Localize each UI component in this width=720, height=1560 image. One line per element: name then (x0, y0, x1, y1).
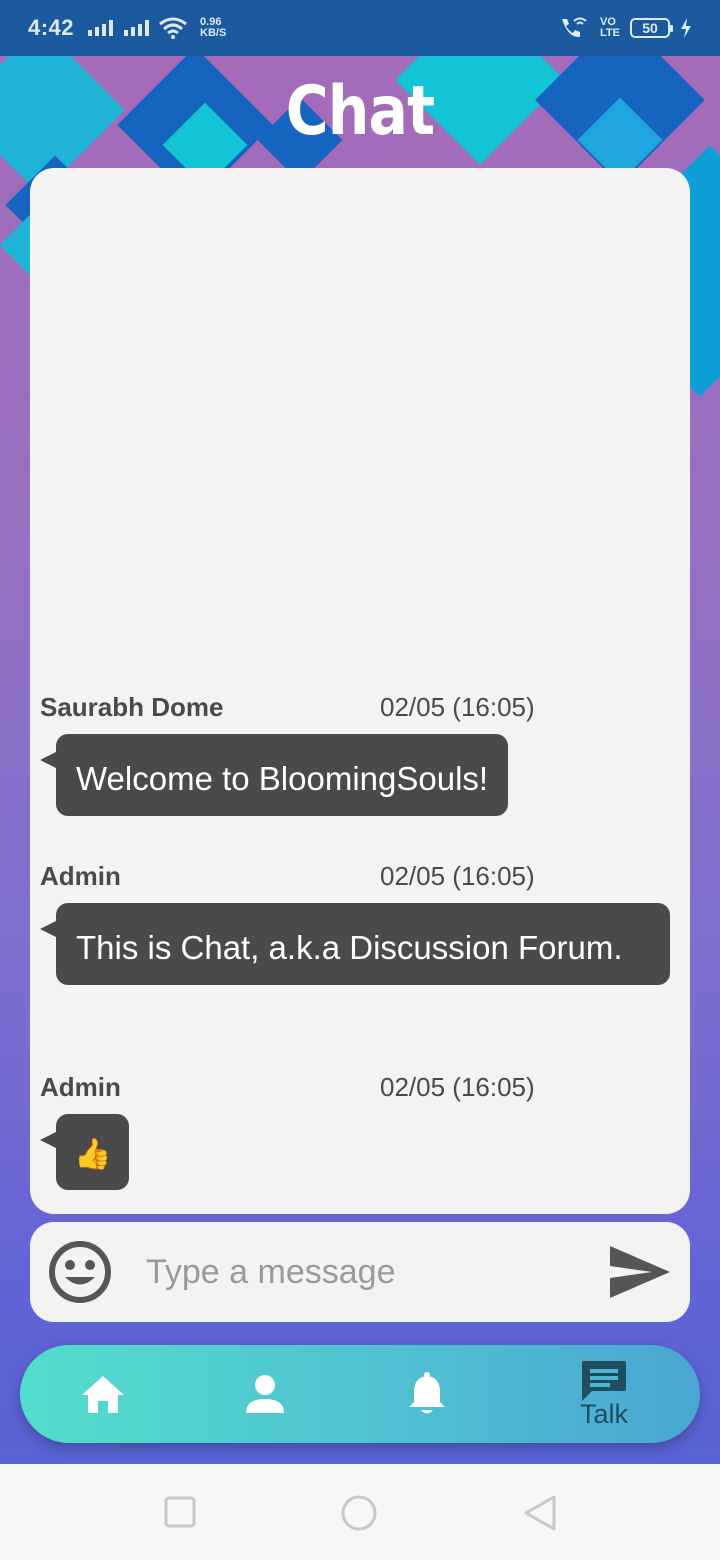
nav-notifications[interactable] (396, 1345, 458, 1443)
charging-icon (681, 18, 691, 38)
smiley-icon[interactable] (46, 1238, 114, 1306)
volte-bottom: LTE (600, 27, 620, 39)
volte-indicator: VO LTE (600, 17, 620, 39)
message-header: Saurabh Dome 02/05 (16:05) (40, 692, 680, 722)
message-time: 02/05 (16:05) (380, 861, 535, 891)
net-speed: 0.96 KB/S (200, 17, 226, 39)
back-icon[interactable] (522, 1494, 558, 1532)
send-icon[interactable] (608, 1244, 672, 1300)
message-header: Admin 02/05 (16:05) (40, 861, 680, 891)
status-time: 4:42 (28, 15, 75, 40)
battery-indicator: 50 (630, 18, 673, 38)
status-left-icons: 0.96 KB/S (86, 17, 226, 39)
message-author: Admin (40, 1072, 121, 1102)
message-time: 02/05 (16:05) (380, 1072, 535, 1102)
message-bubble[interactable]: Welcome to BloomingSouls! (39, 734, 509, 816)
wifi-call-icon (562, 17, 587, 38)
nav-talk-label: Talk (579, 1398, 628, 1429)
message-time: 02/05 (16:05) (380, 692, 535, 722)
bell-icon (409, 1372, 445, 1414)
nav-home[interactable] (72, 1345, 134, 1443)
signal-icon (124, 20, 150, 36)
nav-profile[interactable] (234, 1345, 296, 1443)
message-header: Admin 02/05 (16:05) (40, 1072, 680, 1102)
signal-icon (88, 20, 114, 36)
message-input[interactable] (146, 1242, 586, 1302)
message-item[interactable]: Saurabh Dome 02/05 (16:05) Welcome to Bl… (39, 692, 680, 816)
chat-panel[interactable]: Saurabh Dome 02/05 (16:05) Welcome to Bl… (30, 168, 690, 1214)
status-right-icons: VO LTE 50 (558, 16, 692, 40)
message-item[interactable]: Admin 02/05 (16:05) 👍 (39, 1072, 680, 1190)
message-bubble[interactable]: 👍 (39, 1114, 130, 1190)
message-composer (30, 1222, 690, 1322)
battery-level: 50 (642, 20, 658, 36)
net-speed-unit: KB/S (200, 27, 227, 39)
person-icon (246, 1375, 284, 1413)
system-nav-bar (0, 1464, 720, 1560)
chat-icon (582, 1360, 626, 1401)
message-author: Saurabh Dome (40, 692, 224, 722)
page-title: Chat (285, 72, 435, 151)
status-bar: 4:42 0.96 KB/S VO LTE 50 (0, 0, 720, 56)
message-item[interactable]: Admin 02/05 (16:05) This is Chat, a.k.a … (40, 861, 680, 985)
recent-apps-icon[interactable] (164, 1496, 196, 1528)
message-bubble[interactable]: This is Chat, a.k.a Discussion Forum. (40, 903, 670, 985)
wifi-icon (159, 17, 187, 39)
bottom-nav: Talk (20, 1345, 700, 1443)
message-author: Admin (40, 861, 121, 891)
nav-talk[interactable]: Talk (568, 1345, 640, 1443)
home-icon (82, 1376, 124, 1413)
home-circle-icon[interactable] (340, 1494, 378, 1532)
